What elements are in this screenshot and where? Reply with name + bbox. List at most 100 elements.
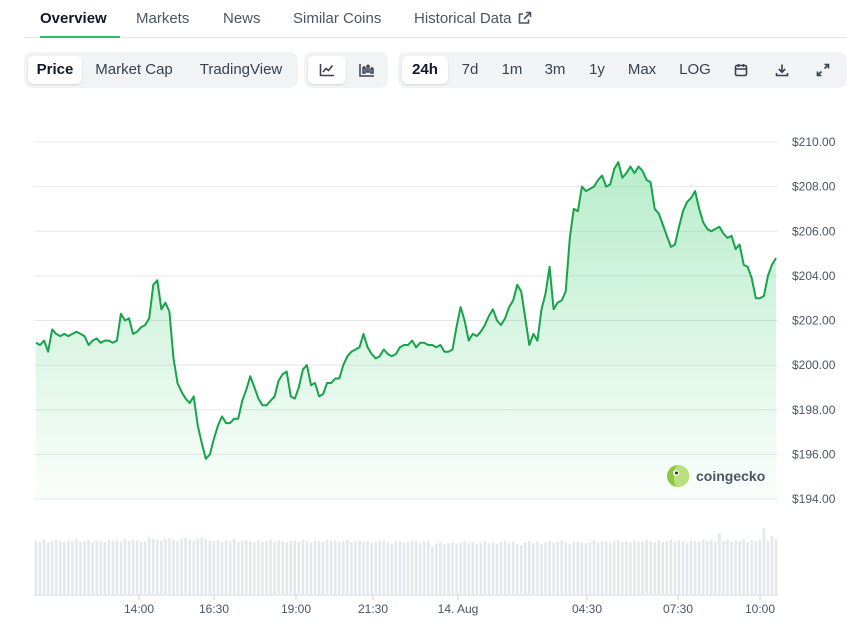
volume-bar [240,540,244,594]
volume-bar [83,541,86,594]
volume-bar [103,541,107,594]
volume-bar [455,543,458,594]
volume-bar [75,539,78,594]
y-tick-label: $202.00 [792,314,836,328]
volume-bar [164,539,167,594]
y-axis: $210.00 $208.00 $206.00 $204.00 $202.00 $200.… [792,135,836,506]
volume-bar [600,541,604,594]
volume-bar [378,540,382,594]
volume-bar [79,541,82,594]
volume-bar [127,541,131,594]
volume-bar [487,543,491,594]
volume-bar [701,539,705,594]
x-tick-label: 16:30 [199,602,229,616]
volume-bar [249,541,252,594]
volume-bar [576,541,580,594]
volume-bar [244,539,248,594]
volume-bar [629,542,632,594]
volume-bar [560,540,563,594]
y-tick-label: $200.00 [792,358,836,372]
volume-bar [528,541,531,594]
volume-bar [366,541,369,594]
volume-bar [758,539,762,594]
volume-bar [370,543,373,594]
volume-bar [774,539,778,594]
volume-bar [91,542,94,594]
volume-bar [475,543,479,594]
volume-bar [742,539,745,594]
volume-bar [398,541,402,594]
volume-bar [58,541,62,594]
volume-bar [212,541,216,594]
price-chart[interactable]: $210.00 $208.00 $206.00 $204.00 $202.00 $200.… [0,0,847,627]
volume-bar [734,540,737,594]
x-tick-label: 19:00 [281,602,311,616]
coingecko-logo-icon [667,465,689,487]
volume-bar [443,544,446,594]
volume-bar [168,538,171,594]
volume-bar [503,541,507,594]
volume-bar [532,543,535,594]
volume-bar [697,541,701,594]
volume-bar [511,541,515,594]
volume-bar [95,540,98,594]
volume-bar [645,539,648,594]
volume-bar [54,539,58,594]
volume-bar [588,541,592,594]
volume-bar [236,541,240,594]
x-axis: 14:00 16:30 19:00 21:30 14. Aug 04:30 07:30 10:… [124,595,775,616]
volume-bar [119,541,123,594]
volume-bar [584,543,588,594]
volume-bar [515,543,519,594]
volume-bar [714,541,717,594]
y-tick-label: $210.00 [792,135,836,149]
volume-bar [394,541,398,594]
volume-bar [540,543,543,594]
volume-bar [333,540,337,594]
volume-bar [50,541,54,594]
volume-bar [467,543,470,594]
coingecko-watermark: coingecko [666,464,765,488]
volume-bar [208,540,212,594]
volume-bar [131,539,135,594]
volume-bar [172,539,175,594]
volume-bar [746,541,749,594]
volume-bar [641,541,644,594]
x-tick-label: 14. Aug [438,602,479,616]
volume-bar [649,541,652,594]
volume-bar [665,541,669,594]
volume-bar [770,535,774,594]
volume-bar [386,542,390,594]
volume-bar [689,540,693,594]
volume-bar [325,539,329,594]
volume-bar [499,542,503,594]
volume-bars [34,528,778,596]
volume-bar [459,542,462,594]
volume-bar [123,539,127,594]
volume-bar [435,543,438,594]
volume-bar [346,539,349,594]
volume-bar [67,540,70,594]
watermark-text: coingecko [696,468,766,484]
volume-bar [297,541,301,594]
y-tick-label: $208.00 [792,180,836,194]
volume-bar [188,539,191,594]
volume-bar [681,541,685,594]
volume-bar [556,541,559,594]
volume-bar [568,543,572,594]
volume-bar [726,539,729,594]
volume-bar [523,542,527,594]
volume-bar [451,541,454,594]
price-area [35,161,777,499]
volume-bar [160,540,163,594]
x-tick-label: 21:30 [358,602,388,616]
volume-bar [147,537,151,594]
x-tick-label: 04:30 [572,602,602,616]
y-tick-label: $206.00 [792,224,836,238]
volume-bar [305,541,309,594]
volume-bar [633,540,636,594]
volume-bar [269,539,272,594]
volume-bar [596,542,600,594]
volume-bar [637,541,640,594]
volume-bar [685,542,689,594]
